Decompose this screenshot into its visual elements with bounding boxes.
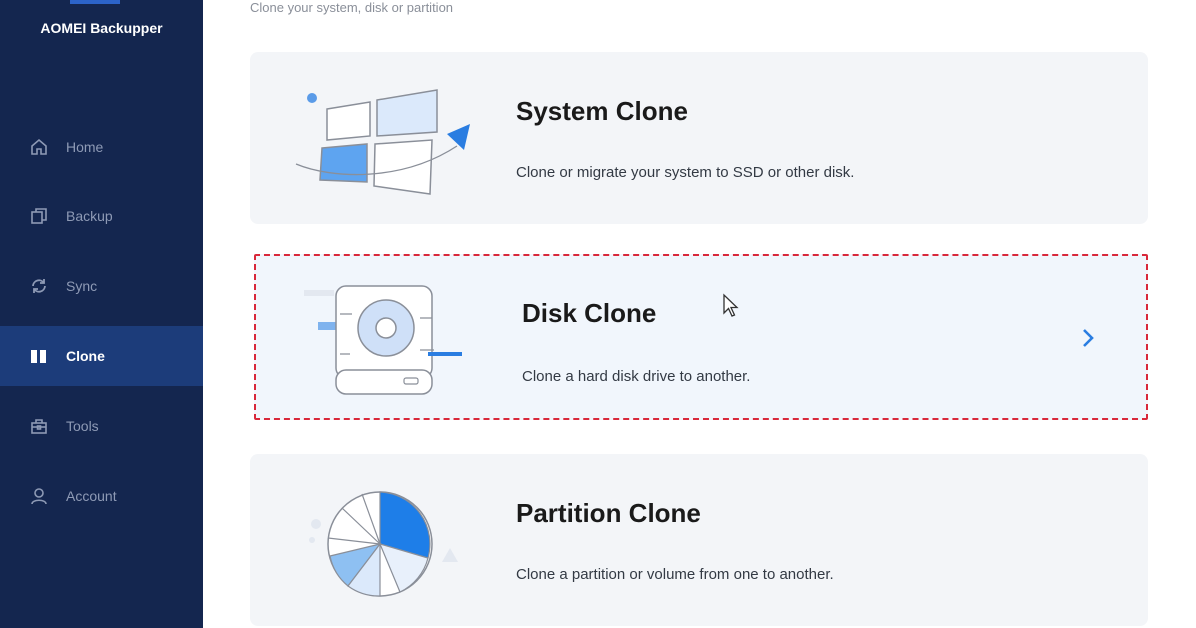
sidebar-item-label: Clone xyxy=(66,348,105,364)
card-description: Clone or migrate your system to SSD or o… xyxy=(516,164,855,181)
sidebar-item-label: Tools xyxy=(66,418,99,434)
card-description: Clone a hard disk drive to another. xyxy=(522,368,751,385)
sidebar-item-label: Home xyxy=(66,139,104,155)
home-icon xyxy=(28,136,50,158)
backup-icon xyxy=(28,205,50,227)
sidebar-item-home[interactable]: Home xyxy=(0,117,203,177)
disk-clone-illustration xyxy=(300,282,470,403)
sidebar-item-sync[interactable]: Sync xyxy=(0,256,203,316)
card-title: Disk Clone xyxy=(522,298,657,328)
partition-clone-illustration xyxy=(300,482,470,602)
sidebar-item-label: Account xyxy=(66,488,117,504)
card-description: Clone a partition or volume from one to … xyxy=(516,566,834,583)
account-icon xyxy=(28,485,50,507)
tools-icon xyxy=(28,415,50,437)
chevron-right-icon[interactable] xyxy=(1080,326,1096,355)
sync-icon xyxy=(28,275,50,297)
sidebar-item-tools[interactable]: Tools xyxy=(0,396,203,456)
clone-icon xyxy=(28,345,50,367)
sidebar-item-backup[interactable]: Backup xyxy=(0,186,203,246)
sidebar: AOMEI Backupper Home Backup Sync Clone T… xyxy=(0,0,203,628)
sidebar-item-label: Sync xyxy=(66,278,98,294)
card-title: System Clone xyxy=(516,96,688,126)
logo-mark xyxy=(70,0,120,4)
page-subtitle: Clone your system, disk or partition xyxy=(250,0,454,15)
app-name: AOMEI Backupper xyxy=(40,20,163,36)
system-clone-card[interactable]: System Clone Clone or migrate your syste… xyxy=(250,52,1148,224)
card-title: Partition Clone xyxy=(516,498,701,528)
mouse-cursor-icon xyxy=(722,293,740,324)
sidebar-item-label: Backup xyxy=(66,208,113,224)
system-clone-illustration xyxy=(292,84,482,204)
sidebar-item-account[interactable]: Account xyxy=(0,466,203,526)
sidebar-item-clone[interactable]: Clone xyxy=(0,326,203,386)
disk-clone-card[interactable]: Disk Clone Clone a hard disk drive to an… xyxy=(254,254,1148,420)
partition-clone-card[interactable]: Partition Clone Clone a partition or vol… xyxy=(250,454,1148,626)
